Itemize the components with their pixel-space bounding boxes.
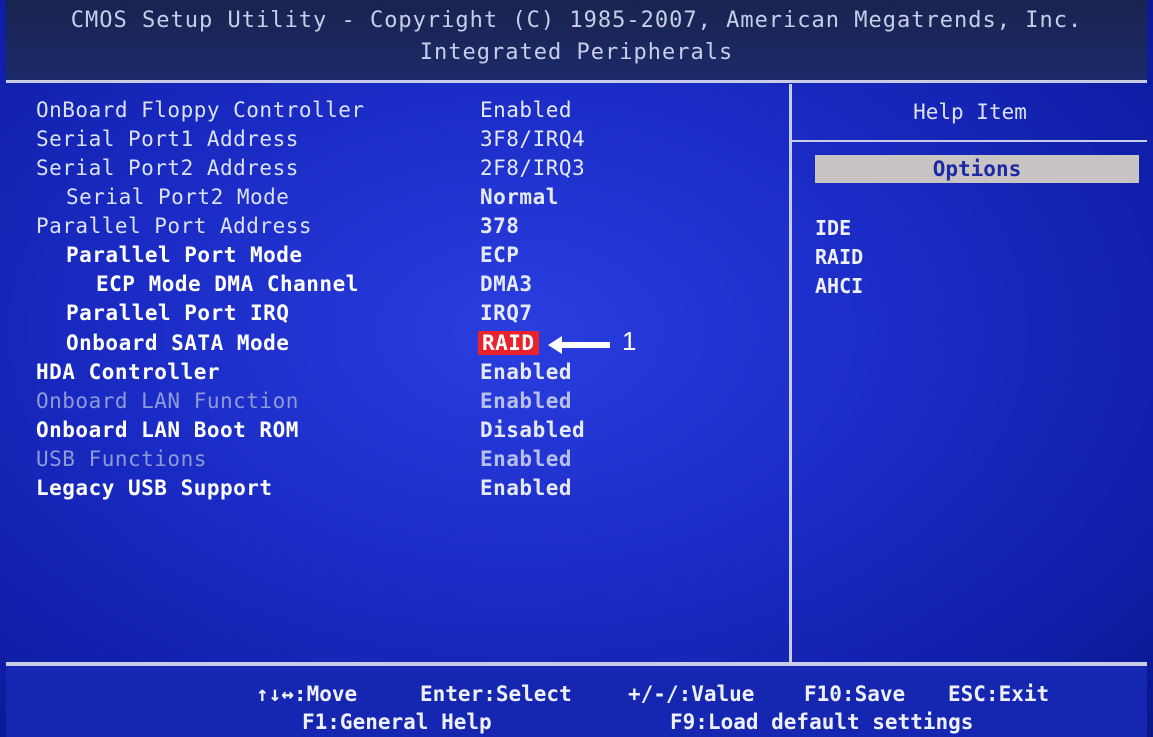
setting-label-serial2-mode[interactable]: Serial Port2 Mode	[66, 185, 289, 209]
setting-value-ecp-dma[interactable]: DMA3	[480, 272, 533, 296]
setting-value-lan-function: Enabled	[480, 389, 573, 413]
options-header: Options	[815, 155, 1139, 183]
footer-exit: ESC:Exit	[948, 682, 1050, 706]
setting-value-lan-boot-rom[interactable]: Disabled	[480, 418, 585, 442]
setting-value-sata-mode-selected[interactable]: RAID	[478, 331, 539, 355]
setting-label-floppy[interactable]: OnBoard Floppy Controller	[36, 98, 365, 122]
footer-select: Enter:Select	[420, 682, 572, 706]
option-raid[interactable]: RAID	[815, 245, 863, 269]
option-ide[interactable]: IDE	[815, 216, 851, 240]
footer-move: ↑↓↔:Move	[256, 682, 358, 706]
setting-value-serial1[interactable]: 3F8/IRQ4	[480, 127, 585, 151]
footer-save: F10:Save	[804, 682, 906, 706]
setting-label-legacy-usb[interactable]: Legacy USB Support	[36, 476, 273, 500]
panel-divider	[789, 84, 792, 662]
setting-value-legacy-usb[interactable]: Enabled	[480, 476, 572, 500]
setting-label-sata-mode[interactable]: Onboard SATA Mode	[66, 331, 289, 355]
footer-value: +/-/:Value	[628, 682, 755, 706]
annotation-number: 1	[622, 326, 637, 356]
setting-label-parallel-irq[interactable]: Parallel Port IRQ	[66, 301, 289, 325]
setting-value-serial2[interactable]: 2F8/IRQ3	[480, 156, 585, 180]
setting-value-floppy[interactable]: Enabled	[480, 98, 572, 122]
setting-label-usb-functions: USB Functions	[36, 447, 207, 471]
help-item-title: Help Item	[913, 100, 1027, 124]
setting-label-lan-function: Onboard LAN Function	[36, 389, 299, 413]
utility-title: CMOS Setup Utility - Copyright (C) 1985-…	[70, 8, 1083, 33]
setting-label-serial2[interactable]: Serial Port2 Address	[36, 156, 299, 180]
setting-value-usb-functions: Enabled	[480, 447, 573, 471]
setting-value-parallel-irq[interactable]: IRQ7	[480, 301, 533, 325]
setting-value-parallel-mode[interactable]: ECP	[480, 243, 519, 267]
footer-load-defaults: F9:Load default settings	[670, 710, 974, 734]
setting-label-parallel-mode[interactable]: Parallel Port Mode	[66, 243, 303, 267]
footer-general-help: F1:General Help	[302, 710, 492, 734]
bios-screen: CMOS Setup Utility - Copyright (C) 1985-…	[0, 0, 1153, 737]
help-divider	[792, 140, 1147, 142]
setting-label-parallel-address[interactable]: Parallel Port Address	[36, 214, 312, 238]
annotation-arrow-icon	[548, 336, 610, 354]
setting-label-hda[interactable]: HDA Controller	[36, 360, 220, 384]
setting-value-hda[interactable]: Enabled	[480, 360, 572, 384]
setting-label-lan-boot-rom[interactable]: Onboard LAN Boot ROM	[36, 418, 299, 442]
setting-value-serial2-mode[interactable]: Normal	[480, 185, 559, 209]
key-help-footer: ↑↓↔:Move Enter:Select +/-/:Value F10:Sav…	[6, 666, 1147, 737]
setting-label-serial1[interactable]: Serial Port1 Address	[36, 127, 299, 151]
setting-label-ecp-dma[interactable]: ECP Mode DMA Channel	[96, 272, 359, 296]
option-ahci[interactable]: AHCI	[815, 274, 863, 298]
bios-header: CMOS Setup Utility - Copyright (C) 1985-…	[6, 0, 1147, 83]
setting-value-parallel-address[interactable]: 378	[480, 214, 519, 238]
page-title: Integrated Peripherals	[419, 40, 734, 65]
